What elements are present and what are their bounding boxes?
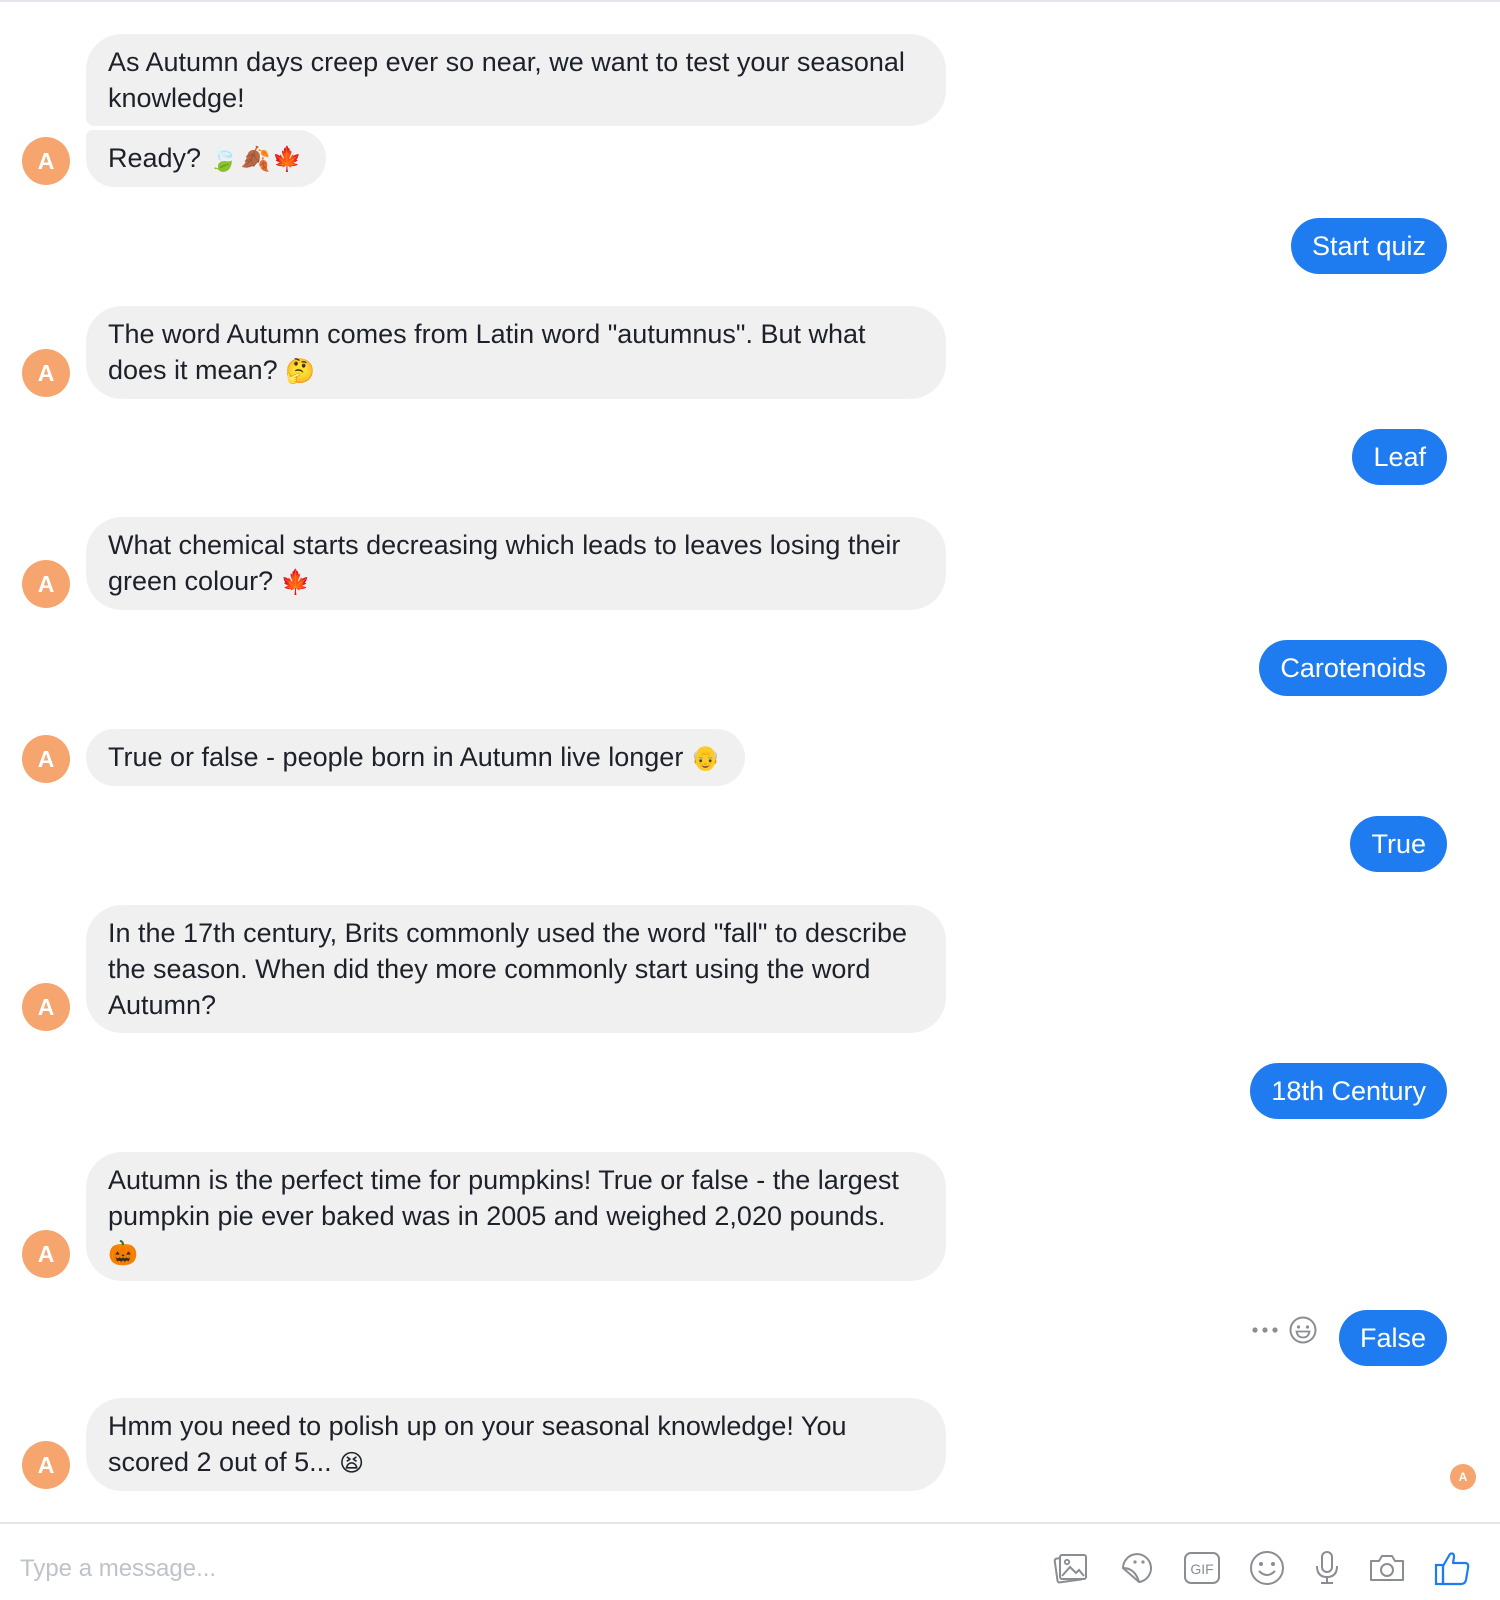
bot-message-text: The word Autumn comes from Latin word "a… (108, 319, 866, 385)
more-options-icon[interactable] (1251, 1324, 1279, 1336)
bot-avatar[interactable]: A (22, 735, 70, 783)
bot-message: Ready? 🍃🍂🍁 (86, 130, 327, 187)
gallery-icon[interactable] (1051, 1548, 1091, 1588)
bot-message: True or false - people born in Autumn li… (86, 729, 745, 786)
bot-message-text: What chemical starts decreasing which le… (108, 530, 901, 596)
bot-message-text: Autumn is the perfect time for pumpkins!… (108, 1165, 899, 1231)
bot-message: As Autumn days creep ever so near, we wa… (86, 34, 946, 126)
bot-message: What chemical starts decreasing which le… (86, 517, 946, 610)
bot-avatar[interactable]: A (22, 1230, 70, 1278)
bot-avatar[interactable]: A (22, 137, 70, 185)
bot-message-text: In the 17th century, Brits commonly used… (108, 918, 908, 1020)
user-reply-true[interactable]: True (1350, 816, 1447, 872)
camera-icon[interactable] (1367, 1548, 1407, 1588)
jack-o-lantern-emoji: 🎃 (108, 1239, 140, 1267)
user-reply-18th-century[interactable]: 18th Century (1250, 1063, 1447, 1119)
emoji-icon[interactable] (1247, 1548, 1287, 1588)
user-reply-false[interactable]: False (1338, 1310, 1447, 1366)
bot-message: Autumn is the perfect time for pumpkins!… (86, 1152, 946, 1281)
bot-avatar[interactable]: A (22, 983, 70, 1031)
bot-message: Hmm you need to polish up on your season… (86, 1398, 946, 1491)
read-receipt-avatar: A (1450, 1464, 1476, 1490)
sticker-icon[interactable] (1117, 1548, 1157, 1588)
user-reply-carotenoids[interactable]: Carotenoids (1259, 640, 1447, 696)
bot-message: In the 17th century, Brits commonly used… (86, 905, 946, 1033)
thinking-face-emoji: 🤔 (285, 357, 318, 385)
bot-message-text: As Autumn days creep ever so near, we wa… (108, 47, 905, 113)
leaves-emoji: 🍃🍂🍁 (208, 145, 305, 173)
older-man-emoji: 👴 (690, 744, 723, 772)
bot-message-text: True or false - people born in Autumn li… (108, 742, 684, 772)
add-reaction-icon[interactable] (1288, 1315, 1318, 1345)
microphone-icon[interactable] (1307, 1548, 1347, 1588)
thumbs-up-icon[interactable] (1433, 1548, 1473, 1588)
gif-label: GIF (1190, 1561, 1213, 1577)
bot-message-text: Ready? (108, 143, 202, 173)
composer-divider (0, 1522, 1500, 1524)
bot-avatar[interactable]: A (22, 1441, 70, 1489)
tired-face-emoji: 😫 (339, 1449, 367, 1477)
bot-message: The word Autumn comes from Latin word "a… (86, 306, 946, 399)
bot-avatar[interactable]: A (22, 349, 70, 397)
gif-icon[interactable]: GIF (1182, 1548, 1222, 1588)
top-divider (0, 0, 1500, 2)
maple-leaf-emoji: 🍁 (280, 568, 313, 596)
user-reply-leaf[interactable]: Leaf (1352, 429, 1447, 485)
message-input[interactable] (20, 1548, 980, 1590)
bot-message-text: Hmm you need to polish up on your season… (108, 1411, 847, 1477)
user-reply-start-quiz[interactable]: Start quiz (1290, 218, 1447, 274)
bot-avatar[interactable]: A (22, 560, 70, 608)
